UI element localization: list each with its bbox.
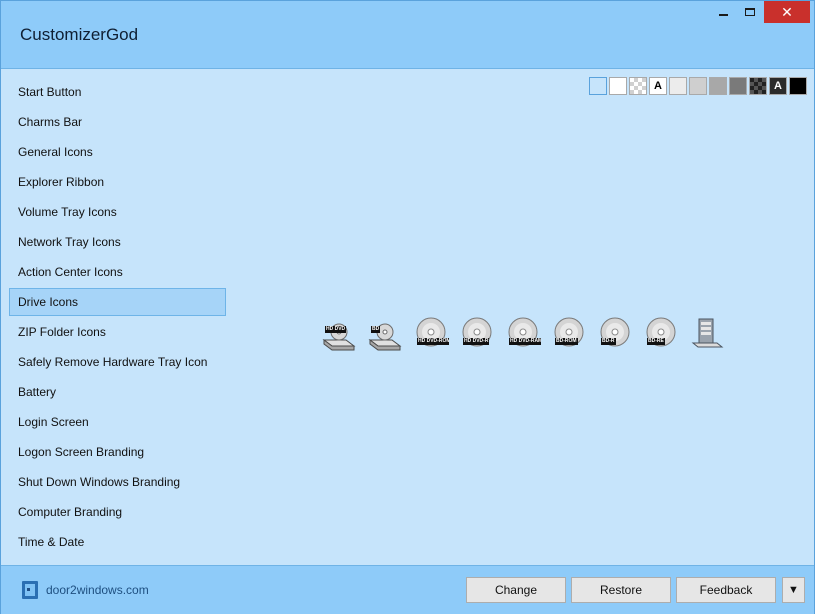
footer-bar: door2windows.com Change Restore Feedback…: [1, 565, 814, 614]
sidebar-item[interactable]: Start Button: [9, 78, 226, 106]
door2windows-link[interactable]: door2windows.com: [46, 583, 149, 597]
drive-icon-label: HD DVD-RAM: [509, 338, 541, 345]
sidebar-item[interactable]: Computer Branding: [9, 498, 226, 526]
sidebar-item[interactable]: Logon Screen Branding: [9, 438, 226, 466]
server-drive-graphic: [691, 318, 724, 348]
drive-icon-grid: HD DVD BD HD DVD-ROM HD DVD-R HD DVD-RAM BD-R…: [321, 316, 735, 352]
minimize-icon: [718, 13, 728, 16]
server-drive-icon[interactable]: [689, 316, 725, 352]
swatch-dark-text-sample[interactable]: A: [769, 77, 787, 95]
hddvd-r-disc-graphic: [462, 317, 492, 347]
bd-r-disc-icon[interactable]: BD-R: [597, 316, 633, 352]
drive-icon-label: HD DVD: [325, 326, 347, 333]
close-button[interactable]: ✕: [764, 1, 810, 23]
drive-icon-label: BD-RE: [647, 338, 665, 345]
hddvd-ram-disc-graphic: [508, 317, 538, 347]
hddvd-drive-graphic: [322, 323, 356, 351]
bd-r-disc-graphic: [600, 317, 630, 347]
close-icon: ✕: [781, 3, 793, 20]
drive-icon-label: BD: [371, 326, 381, 333]
swatch-black[interactable]: [789, 77, 807, 95]
swatch-checker[interactable]: [629, 77, 647, 95]
change-button[interactable]: Change: [466, 577, 566, 603]
bd-rom-disc-graphic: [554, 317, 584, 347]
hddvd-ram-disc-icon[interactable]: HD DVD-RAM: [505, 316, 541, 352]
title-bar[interactable]: CustomizerGod ✕: [1, 1, 814, 69]
bd-rom-disc-icon[interactable]: BD-ROM: [551, 316, 587, 352]
swatch-light-blue[interactable]: [589, 77, 607, 95]
sidebar-item[interactable]: Charms Bar: [9, 108, 226, 136]
maximize-button[interactable]: [737, 1, 763, 23]
bd-drive-icon[interactable]: BD: [367, 316, 403, 352]
swatch-dark-gray[interactable]: [729, 77, 747, 95]
sidebar-item[interactable]: Explorer Ribbon: [9, 168, 226, 196]
swatch-gray[interactable]: [709, 77, 727, 95]
sidebar-item[interactable]: Battery: [9, 378, 226, 406]
swatch-text-sample: A: [774, 80, 782, 92]
hddvd-rom-disc-graphic: [416, 317, 446, 347]
bd-re-disc-icon[interactable]: BD-RE: [643, 316, 679, 352]
sidebar-item[interactable]: General Icons: [9, 138, 226, 166]
hddvd-drive-icon[interactable]: HD DVD: [321, 316, 357, 352]
maximize-icon: [745, 8, 755, 16]
drive-icon-label: HD DVD-R: [463, 338, 490, 345]
swatch-light-gray-1[interactable]: [669, 77, 687, 95]
hddvd-rom-disc-icon[interactable]: HD DVD-ROM: [413, 316, 449, 352]
swatch-white-text-sample[interactable]: A: [649, 77, 667, 95]
sidebar-item[interactable]: ZIP Folder Icons: [9, 318, 226, 346]
more-options-button[interactable]: ▼: [782, 577, 805, 603]
bd-drive-graphic: [368, 323, 402, 351]
drive-icon-label: HD DVD-ROM: [417, 338, 449, 345]
drive-icon-label: BD-R: [601, 338, 616, 345]
restore-button[interactable]: Restore: [571, 577, 671, 603]
hddvd-r-disc-icon[interactable]: HD DVD-R: [459, 316, 495, 352]
swatch-text-sample: A: [654, 80, 662, 92]
bd-re-disc-graphic: [646, 317, 676, 347]
background-swatch-picker: AA: [589, 77, 809, 95]
sidebar-item[interactable]: Login Screen: [9, 408, 226, 436]
sidebar-item[interactable]: Time & Date: [9, 528, 226, 556]
sidebar-item[interactable]: Drive Icons: [9, 288, 226, 316]
sidebar-item[interactable]: Shut Down Windows Branding: [9, 468, 226, 496]
swatch-light-gray-2[interactable]: [689, 77, 707, 95]
swatch-white[interactable]: [609, 77, 627, 95]
app-title: CustomizerGod: [20, 25, 139, 44]
swatch-checker-dark[interactable]: [749, 77, 767, 95]
feedback-button[interactable]: Feedback: [676, 577, 776, 603]
drive-icon-label: BD-ROM: [555, 338, 578, 345]
chevron-down-icon: ▼: [788, 584, 799, 596]
minimize-button[interactable]: [711, 1, 735, 23]
sidebar-item[interactable]: Volume Tray Icons: [9, 198, 226, 226]
sidebar-item[interactable]: Network Tray Icons: [9, 228, 226, 256]
app-window: CustomizerGod ✕ Start Button Charms Bar Ge…: [0, 0, 815, 614]
sidebar-item[interactable]: Action Center Icons: [9, 258, 226, 286]
sidebar-item[interactable]: Safely Remove Hardware Tray Icon: [9, 348, 226, 376]
door2windows-logo-icon: [22, 581, 38, 599]
